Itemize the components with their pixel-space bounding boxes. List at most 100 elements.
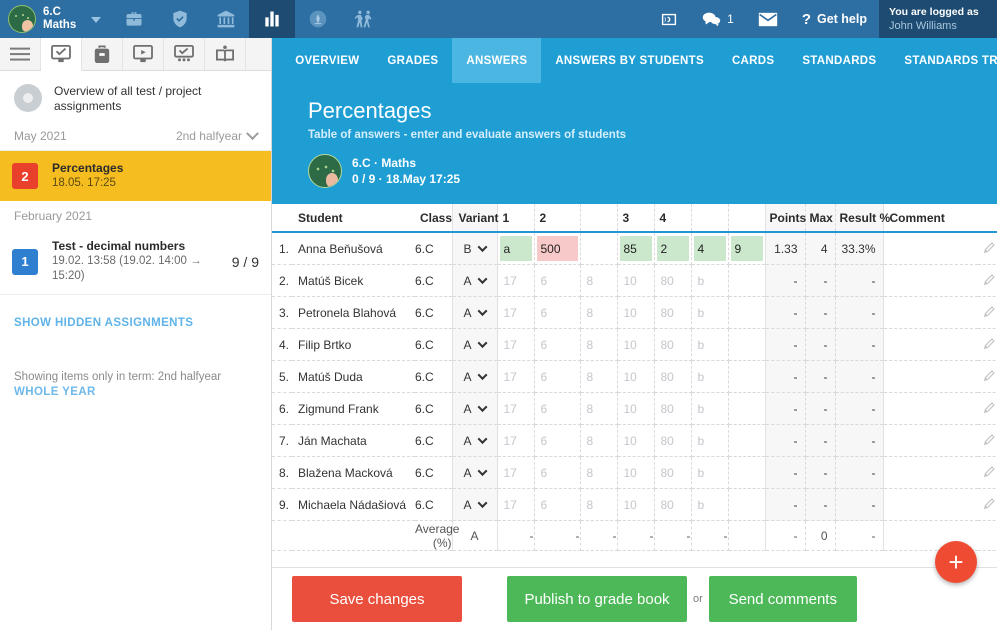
answer-cell[interactable]: 8 xyxy=(580,264,618,297)
answer-cell[interactable]: 6 xyxy=(534,296,581,329)
answer-cell[interactable] xyxy=(580,232,618,265)
whole-year-link[interactable]: WHOLE YEAR xyxy=(0,383,271,398)
answer-cell[interactable]: a xyxy=(497,232,535,265)
answer-cell[interactable]: 8 xyxy=(580,328,618,361)
answer-cell[interactable]: 10 xyxy=(617,296,655,329)
tab-grades[interactable]: GRADES xyxy=(373,38,452,83)
shield-icon[interactable] xyxy=(157,0,203,38)
answer-cell[interactable]: b xyxy=(691,456,729,489)
answer-cell[interactable]: 80 xyxy=(654,424,692,457)
messages-button[interactable]: 1 xyxy=(690,0,746,38)
answer-cell[interactable]: 8 xyxy=(580,296,618,329)
comment-cell[interactable] xyxy=(883,424,978,457)
answer-cell[interactable]: 17 xyxy=(497,328,535,361)
comment-cell[interactable] xyxy=(883,296,978,329)
answer-cell[interactable]: b xyxy=(691,296,729,329)
answer-cell[interactable]: 6 xyxy=(534,392,581,425)
edit-pencil-icon[interactable] xyxy=(983,465,996,481)
answer-cell[interactable]: 80 xyxy=(654,264,692,297)
answer-cell[interactable]: 10 xyxy=(617,424,655,457)
logged-user-box[interactable]: You are logged as John Williams xyxy=(879,0,997,38)
answer-cell[interactable] xyxy=(728,360,766,393)
answer-cell[interactable]: 6 xyxy=(534,264,581,297)
edit-pencil-icon[interactable] xyxy=(983,497,996,513)
comment-cell[interactable] xyxy=(883,328,978,361)
answer-cell[interactable]: 8 xyxy=(580,392,618,425)
edit-pencil-icon[interactable] xyxy=(983,305,996,321)
variant-select[interactable]: A xyxy=(451,360,498,393)
answer-cell[interactable]: 10 xyxy=(617,456,655,489)
edit-pencil-icon[interactable] xyxy=(983,241,996,257)
edit-pencil-icon[interactable] xyxy=(983,401,996,417)
answer-cell[interactable]: 8 xyxy=(580,424,618,457)
answer-cell[interactable]: 80 xyxy=(654,328,692,361)
answer-cell[interactable] xyxy=(728,296,766,329)
send-comments-button[interactable]: Send comments xyxy=(708,576,857,622)
sidebar-overview-header[interactable]: Overview of all test / project assignmen… xyxy=(0,71,271,124)
sidebar-tab-book-icon[interactable] xyxy=(205,38,246,70)
briefcase-icon[interactable] xyxy=(111,0,157,38)
comment-cell[interactable] xyxy=(883,392,978,425)
chart-bars-icon[interactable] xyxy=(249,0,296,38)
answer-cell[interactable]: 8 xyxy=(580,456,618,489)
answer-cell[interactable]: b xyxy=(691,264,729,297)
variant-select[interactable]: B xyxy=(451,232,498,265)
answer-cell[interactable]: 17 xyxy=(497,488,535,521)
sidebar-tab-presentation-icon[interactable] xyxy=(164,38,205,70)
variant-select[interactable]: A xyxy=(451,456,498,489)
answer-cell[interactable]: b xyxy=(691,360,729,393)
comment-cell[interactable] xyxy=(883,232,978,265)
mail-icon[interactable] xyxy=(746,0,790,38)
answer-cell[interactable] xyxy=(728,264,766,297)
comment-cell[interactable] xyxy=(883,456,978,489)
answer-cell[interactable]: 80 xyxy=(654,392,692,425)
answer-cell[interactable]: b xyxy=(691,488,729,521)
tab-standards-tree[interactable]: STANDARDS TREE xyxy=(890,38,997,83)
comment-cell[interactable] xyxy=(883,264,978,297)
get-help-button[interactable]: ? Get help xyxy=(790,0,879,38)
answer-cell[interactable]: 17 xyxy=(497,456,535,489)
answer-cell[interactable]: 4 xyxy=(691,232,729,265)
answer-cell[interactable]: 17 xyxy=(497,424,535,457)
sidebar-tab-backpack-icon[interactable] xyxy=(82,38,123,70)
answer-cell[interactable] xyxy=(728,424,766,457)
comment-cell[interactable] xyxy=(883,488,978,521)
answer-cell[interactable]: 6 xyxy=(534,328,581,361)
edit-pencil-icon[interactable] xyxy=(983,433,996,449)
answer-cell[interactable]: b xyxy=(691,328,729,361)
answer-cell[interactable]: 17 xyxy=(497,360,535,393)
answer-cell[interactable]: 10 xyxy=(617,328,655,361)
edit-pencil-icon[interactable] xyxy=(983,369,996,385)
comment-cell[interactable] xyxy=(883,360,978,393)
answer-cell[interactable]: 17 xyxy=(497,264,535,297)
chevron-down-icon[interactable] xyxy=(91,17,102,23)
publish-to-grade-book-button[interactable]: Publish to grade book xyxy=(507,576,687,622)
answer-cell[interactable] xyxy=(728,456,766,489)
bank-icon[interactable] xyxy=(203,0,249,38)
variant-select[interactable]: A xyxy=(451,264,498,297)
variant-select[interactable]: A xyxy=(451,392,498,425)
answer-cell[interactable] xyxy=(728,392,766,425)
broadcast-icon[interactable] xyxy=(648,0,690,38)
tab-cards[interactable]: CARDS xyxy=(718,38,788,83)
answer-cell[interactable]: 9 xyxy=(728,232,766,265)
compass-icon[interactable] xyxy=(295,0,341,38)
answer-cell[interactable]: 17 xyxy=(497,296,535,329)
sidebar-tab-assignments-icon[interactable] xyxy=(41,38,82,71)
answer-cell[interactable]: 10 xyxy=(617,488,655,521)
answer-cell[interactable] xyxy=(728,328,766,361)
answer-cell[interactable]: 6 xyxy=(534,488,581,521)
variant-select[interactable]: A xyxy=(451,424,498,457)
answer-cell[interactable]: 80 xyxy=(654,296,692,329)
answer-cell[interactable]: 8 xyxy=(580,488,618,521)
halfyear-selector[interactable]: 2nd halfyear xyxy=(176,126,259,143)
brand-class-selector[interactable]: 6.C Maths xyxy=(0,0,107,38)
add-button[interactable]: + xyxy=(935,541,977,583)
answer-cell[interactable]: 8 xyxy=(580,360,618,393)
menu-icon[interactable] xyxy=(0,38,41,70)
answer-cell[interactable]: 10 xyxy=(617,264,655,297)
tab-answers-by-students[interactable]: ANSWERS BY STUDENTS xyxy=(541,38,718,83)
answer-cell[interactable]: b xyxy=(691,392,729,425)
assignment-item-percentages[interactable]: 2 Percentages 18.05. 17:25 xyxy=(0,151,271,201)
tab-answers[interactable]: ANSWERS xyxy=(452,38,542,83)
